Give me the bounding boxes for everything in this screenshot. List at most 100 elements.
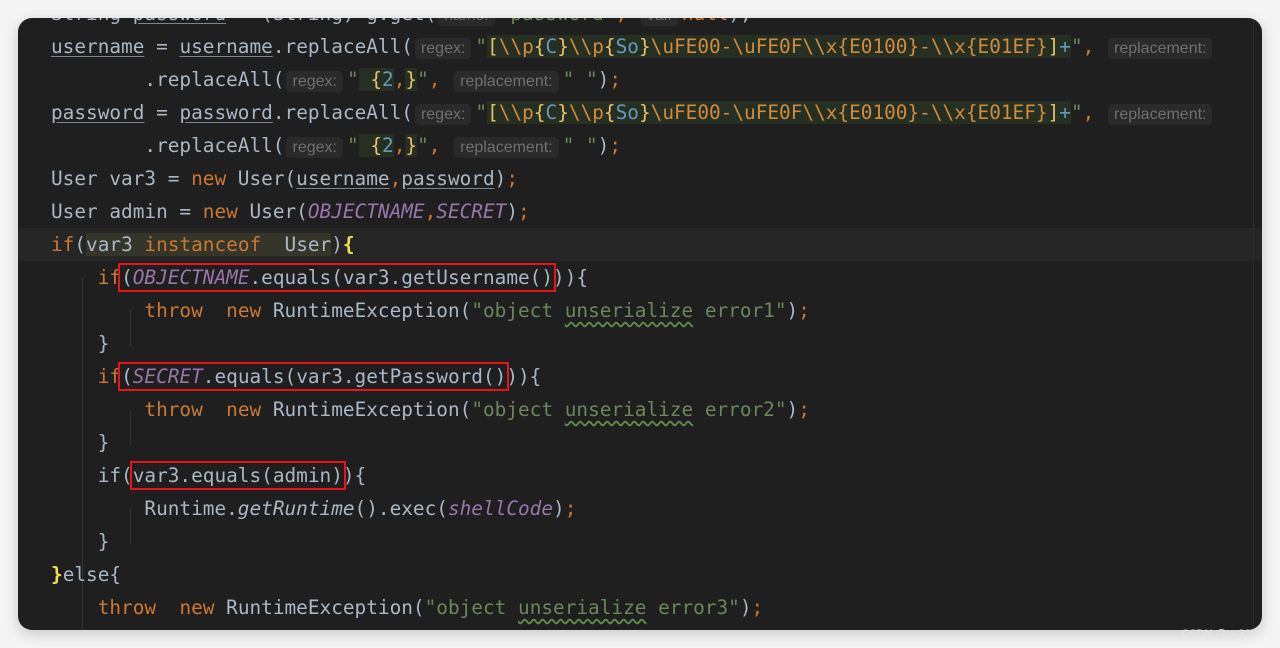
code-line[interactable]: User var3 = new User(username,password); <box>51 162 1262 195</box>
code-token: RuntimeException( <box>272 299 472 322</box>
parameter-hint: val: <box>640 18 678 26</box>
code-line[interactable]: User admin = new User(OBJECTNAME,SECRET)… <box>51 195 1262 228</box>
code-token: , <box>389 167 402 190</box>
code-line[interactable]: }else{ <box>51 558 1262 591</box>
code-line[interactable]: .replaceAll(regex: " {2,}", replacement: "… <box>51 63 1262 96</box>
code-token: \\p <box>568 101 604 124</box>
code-line[interactable]: } <box>51 525 1262 558</box>
code-token: instanceof <box>144 233 285 256</box>
parameter-hint: regex: <box>286 71 343 92</box>
code-line[interactable]: if(SECRET.equals(var3.getPassword())){ <box>51 360 1262 393</box>
code-token: SECRET <box>436 200 507 223</box>
code-line[interactable]: throw new RuntimeException("object unser… <box>51 591 1262 624</box>
code-token: " <box>1070 35 1083 58</box>
code-line[interactable]: throw new RuntimeException("object unser… <box>51 294 1262 327</box>
code-token: , <box>616 18 639 25</box>
code-line[interactable]: String password = (String) g.get(name: "p… <box>51 18 1262 30</box>
code-token: username <box>179 35 273 58</box>
code-line[interactable]: throw new RuntimeException("object unser… <box>51 393 1262 426</box>
code-token: )){ <box>506 365 542 388</box>
code-token: ().exec( <box>354 497 448 520</box>
code-token: { <box>370 134 383 157</box>
code-token: " <box>475 101 488 124</box>
code-token: \uFE00-\uFE0F\\x{E0100}-\\x{E01EF} <box>650 101 1048 124</box>
code-token: .replaceAll( <box>272 101 413 124</box>
code-token: ) <box>494 167 507 190</box>
code-token: } <box>51 563 63 586</box>
code-line[interactable]: } <box>51 426 1262 459</box>
code-token: ] <box>1047 101 1060 124</box>
code-token: } <box>405 134 418 157</box>
code-token: ) <box>739 596 752 619</box>
parameter-hint: regex: <box>414 104 472 125</box>
code-token: \\p <box>498 35 534 58</box>
code-line[interactable]: username = username.replaceAll(regex: "[\… <box>51 30 1262 63</box>
code-token: ; <box>518 200 530 223</box>
code-token: var3.equals(admin) <box>132 464 343 487</box>
code-token: User( <box>249 200 308 223</box>
code-line[interactable]: password = password.replaceAll(regex: "[\… <box>51 96 1262 129</box>
code-area[interactable]: String password = (String) g.get(name:"p… <box>18 18 1262 624</box>
parameter-hint: replacement: <box>1107 104 1213 125</box>
code-token: , <box>428 134 453 157</box>
code-token: \\p <box>498 101 534 124</box>
code-token: RuntimeException( <box>226 596 425 619</box>
code-line[interactable]: if(OBJECTNAME.equals(var3.getUsername())… <box>51 261 1262 294</box>
code-token: RuntimeException( <box>272 398 472 421</box>
code-token: " <box>417 134 429 157</box>
code-token: if <box>97 266 122 289</box>
code-token: ) <box>786 398 799 421</box>
code-token: User admin = <box>51 200 203 223</box>
code-token: ( <box>74 233 87 256</box>
code-token: new <box>179 596 227 619</box>
code-token: So <box>615 101 639 124</box>
code-token: if( <box>97 464 133 487</box>
code-token: ){ <box>342 464 367 487</box>
code-line[interactable]: if(var3.equals(admin)){ <box>51 459 1262 492</box>
code-line[interactable]: Runtime.getRuntime().exec(shellCode); <box>51 492 1262 525</box>
code-token: , <box>393 134 406 157</box>
code-token: User var3 = <box>51 167 192 190</box>
code-token: ) <box>597 68 610 91</box>
code-token: ] <box>1047 35 1060 58</box>
code-token: Runtime. <box>51 497 238 520</box>
code-token: OBJECTNAME <box>132 266 250 289</box>
scrollbar[interactable] <box>1253 18 1254 630</box>
code-token: { <box>342 233 355 256</box>
code-token: null <box>682 18 729 25</box>
code-token: ; <box>506 167 519 190</box>
code-line[interactable]: if(var3 instanceof User){ <box>18 228 1262 261</box>
code-token: \uFE00-\uFE0F\\x{E0100}-\\x{E01EF} <box>650 35 1048 58</box>
code-token: )) <box>553 266 577 289</box>
code-token: error2" <box>693 398 787 421</box>
code-token: ; <box>798 299 810 322</box>
code-line[interactable]: .replaceAll(regex: " {2,}", replacement: "… <box>51 129 1262 162</box>
code-token: ; <box>751 596 764 619</box>
code-token: ; <box>609 134 622 157</box>
code-token: unserialize <box>564 299 694 322</box>
code-token: [ <box>487 101 499 124</box>
code-token: OBJECTNAME <box>307 200 425 223</box>
code-token: = (String) g.get( <box>226 18 436 25</box>
code-token: } <box>557 101 569 124</box>
code-token: if <box>97 365 122 388</box>
code-token: , <box>393 68 406 91</box>
code-token: password <box>51 101 145 124</box>
code-token: " <box>1070 101 1083 124</box>
code-line[interactable]: } <box>51 327 1262 360</box>
code-token: } <box>51 332 110 355</box>
code-token: password <box>133 18 226 25</box>
code-editor-window: String password = (String) g.get(name:"p… <box>18 18 1262 630</box>
code-token: { <box>603 101 616 124</box>
code-token: ) <box>786 299 799 322</box>
code-token: ; <box>798 398 810 421</box>
code-token <box>358 68 371 91</box>
code-token: 2 <box>382 68 394 91</box>
code-token: " <box>417 68 429 91</box>
code-token: .equals(var3.getPassword() <box>202 365 507 388</box>
code-token: .equals(var3.getUsername() <box>249 266 554 289</box>
code-token: ; <box>564 497 577 520</box>
